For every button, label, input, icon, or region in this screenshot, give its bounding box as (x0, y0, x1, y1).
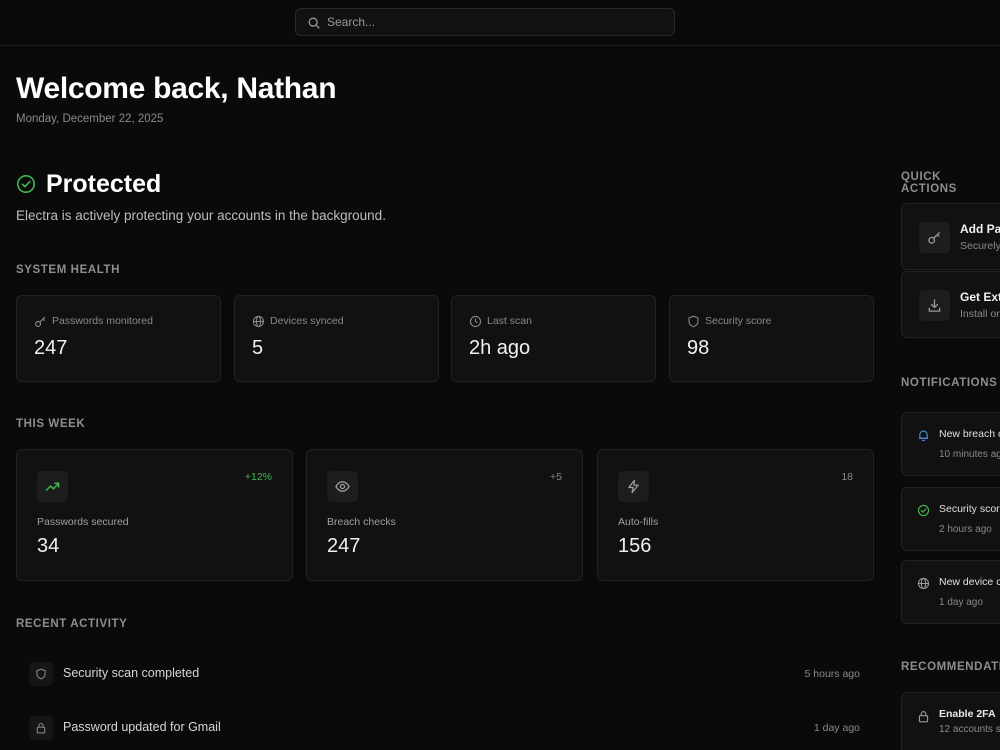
shield-icon (36, 668, 46, 680)
notifications-heading: NOTIFICATIONS (901, 377, 998, 389)
quick-action-subtitle: Securely (960, 240, 1000, 252)
week-card-auto-fills: 18 Auto-fills 156 (597, 449, 874, 581)
week-card-icon-box (37, 471, 68, 502)
status-title: Protected (46, 169, 162, 198)
notification-time: 10 minutes ag (939, 449, 1000, 460)
lock-icon (36, 722, 46, 734)
week-card-breach-checks: +5 Breach checks 247 (306, 449, 583, 581)
search-icon (308, 17, 320, 29)
recommendations-heading: RECOMMENDATI (901, 661, 1000, 673)
top-bar: Search... (0, 0, 1000, 46)
notification-time: 1 day ago (939, 597, 983, 608)
week-card-icon-box (327, 471, 358, 502)
health-card-label: Devices synced (270, 315, 344, 327)
quick-action-add-password[interactable]: Add Pas Securely (901, 203, 1000, 270)
check-circle-icon (917, 504, 930, 517)
week-card-label: Auto-fills (618, 516, 659, 528)
health-card-label: Last scan (487, 315, 532, 327)
activity-item[interactable]: Security scan completed 5 hours ago (16, 653, 874, 697)
recommendation-title: Enable 2FA (939, 708, 996, 720)
quick-actions-heading: QUICK ACTIONS (901, 171, 957, 195)
status-description: Electra is actively protecting your acco… (16, 208, 386, 223)
quick-action-icon-box (919, 222, 950, 253)
week-card-label: Breach checks (327, 516, 396, 528)
shield-icon (688, 315, 699, 328)
week-card-value: 247 (327, 535, 361, 557)
week-card-value: 34 (37, 535, 60, 557)
health-card-passwords: Passwords monitored 247 (16, 295, 221, 382)
health-card-value: 2h ago (469, 337, 531, 359)
activity-icon-box (29, 662, 53, 686)
week-card-value: 156 (618, 535, 652, 557)
week-card-icon-box (618, 471, 649, 502)
notification-item[interactable]: New breach c 10 minutes ag (901, 412, 1000, 476)
lightning-icon (628, 479, 639, 494)
key-icon (35, 316, 46, 327)
activity-text: Password updated for Gmail (63, 720, 221, 734)
recommendation-subtitle: 12 accounts s (939, 724, 1000, 735)
this-week-heading: THIS WEEK (16, 418, 86, 430)
globe-icon (917, 577, 930, 590)
search-placeholder: Search... (327, 15, 376, 29)
current-date: Monday, December 22, 2025 (16, 113, 164, 125)
trending-up-icon (45, 482, 60, 491)
system-health-heading: SYSTEM HEALTH (16, 264, 121, 276)
page-title: Welcome back, Nathan (16, 72, 337, 105)
activity-icon-box (29, 716, 53, 740)
quick-action-title: Add Pas (960, 222, 1000, 236)
health-card-last-scan: Last scan 2h ago (451, 295, 656, 382)
lock-icon (918, 711, 929, 723)
health-card-value: 98 (687, 337, 710, 359)
notification-title: New device c (939, 576, 1000, 588)
health-card-label: Passwords monitored (52, 315, 153, 327)
eye-icon (335, 481, 350, 492)
week-card-passwords-secured: +12% Passwords secured 34 (16, 449, 293, 581)
download-icon (928, 299, 941, 312)
notification-title: Security scor (939, 503, 1000, 515)
health-card-security-score: Security score 98 (669, 295, 874, 382)
week-card-label: Passwords secured (37, 516, 129, 528)
activity-time: 1 day ago (813, 722, 860, 734)
protection-status: Protected (16, 170, 161, 198)
notification-title: New breach c (939, 428, 1000, 440)
quick-action-icon-box (919, 290, 950, 321)
search-input[interactable]: Search... (295, 8, 675, 36)
notification-item[interactable]: New device c 1 day ago (901, 560, 1000, 624)
quick-action-subtitle: Install or (960, 308, 1000, 320)
globe-icon (252, 315, 265, 328)
activity-text: Security scan completed (63, 666, 200, 680)
health-card-value: 5 (252, 337, 264, 359)
recent-activity-heading: RECENT ACTIVITY (16, 618, 128, 630)
week-card-delta: +12% (244, 471, 272, 483)
notification-item[interactable]: Security scor 2 hours ago (901, 487, 1000, 551)
recommendation-item[interactable]: Enable 2FA 12 accounts s (901, 692, 1000, 750)
health-card-value: 247 (34, 337, 68, 359)
clock-icon (469, 315, 482, 328)
notification-time: 2 hours ago (939, 524, 992, 535)
health-card-devices: Devices synced 5 (234, 295, 439, 382)
bell-icon (919, 430, 928, 442)
week-card-delta: 18 (841, 471, 853, 483)
health-card-label: Security score (705, 315, 772, 327)
activity-time: 5 hours ago (804, 668, 860, 680)
quick-action-get-extension[interactable]: Get Ext Install or (901, 271, 1000, 338)
activity-item[interactable]: Password updated for Gmail 1 day ago (16, 707, 874, 750)
quick-action-title: Get Ext (960, 290, 1000, 304)
check-circle-icon (17, 175, 35, 193)
key-icon (928, 231, 941, 244)
week-card-delta: +5 (550, 471, 562, 483)
